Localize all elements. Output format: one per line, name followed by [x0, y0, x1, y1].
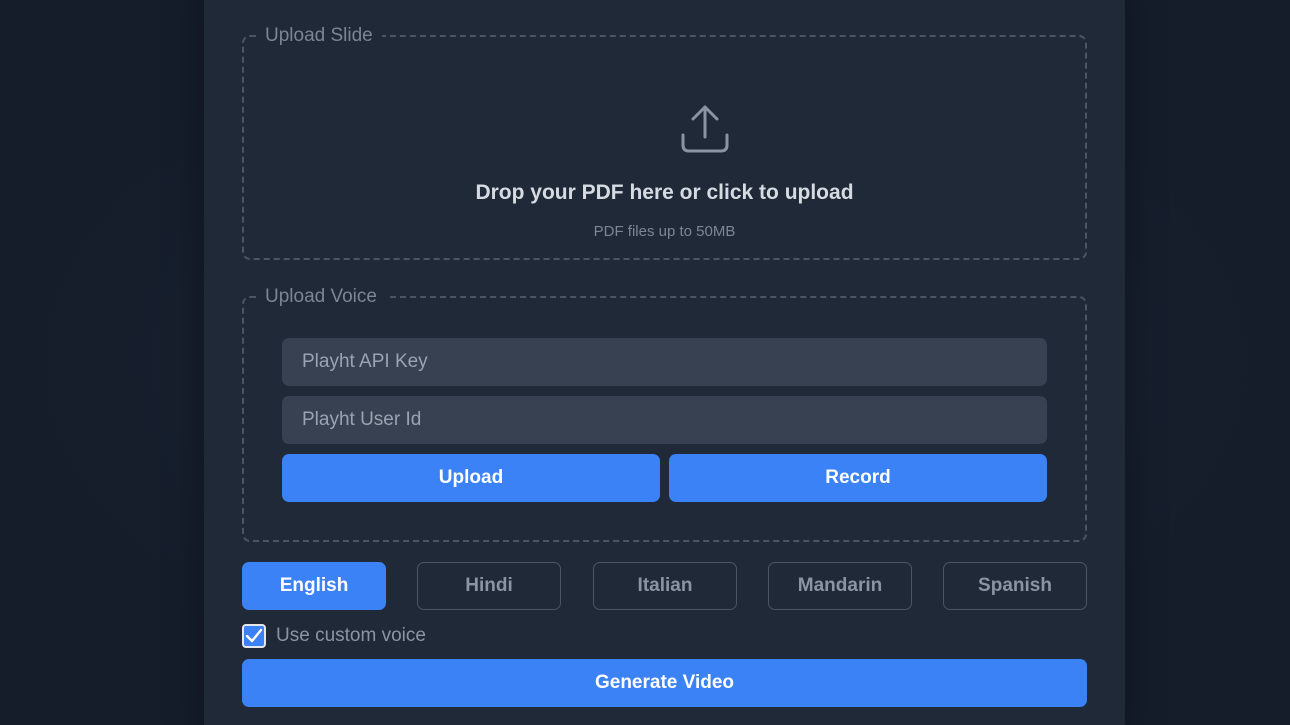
upload-icon: [681, 105, 729, 153]
language-english-button[interactable]: English: [242, 562, 386, 610]
custom-voice-row: Use custom voice: [242, 624, 426, 648]
generate-video-button[interactable]: Generate Video: [242, 659, 1087, 707]
language-hindi-button[interactable]: Hindi: [417, 562, 561, 610]
api-key-input[interactable]: [282, 338, 1047, 386]
main-card: Upload Slide Drop your PDF here or click…: [204, 0, 1125, 725]
custom-voice-label: Use custom voice: [276, 625, 426, 646]
checkmark-icon: [245, 628, 263, 643]
custom-voice-checkbox[interactable]: [242, 624, 266, 648]
upload-slide-legend: Upload Slide: [265, 25, 373, 46]
pdf-dropzone[interactable]: Upload Slide Drop your PDF here or click…: [242, 25, 1087, 260]
upload-voice-legend: Upload Voice: [265, 286, 377, 307]
language-italian-button[interactable]: Italian: [593, 562, 737, 610]
upload-voice-section: Upload Voice Upload Record: [242, 286, 1087, 542]
upload-voice-button[interactable]: Upload: [282, 454, 660, 502]
user-id-input[interactable]: [282, 396, 1047, 444]
dropzone-title: Drop your PDF here or click to upload: [475, 181, 854, 204]
dropzone-subtitle: PDF files up to 50MB: [593, 223, 736, 240]
language-spanish-button[interactable]: Spanish: [943, 562, 1087, 610]
language-mandarin-button[interactable]: Mandarin: [768, 562, 912, 610]
record-voice-button[interactable]: Record: [669, 454, 1047, 502]
page: Upload Slide Drop your PDF here or click…: [0, 0, 1290, 725]
